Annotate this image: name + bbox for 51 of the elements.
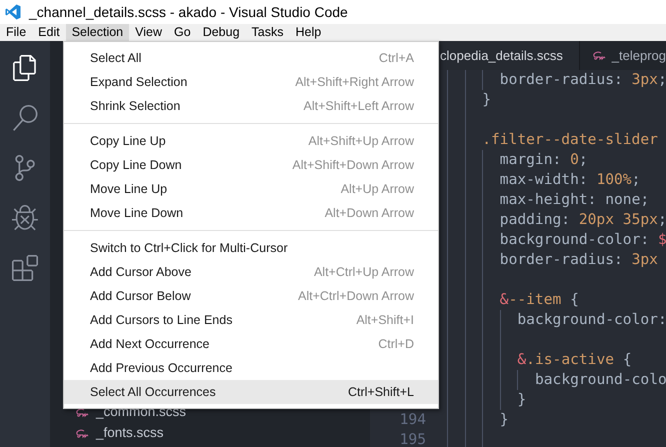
code-line: max-height: none; [500, 190, 650, 210]
menu-item[interactable]: Add Cursor Above Alt+Ctrl+Up Arrow [64, 260, 438, 284]
menu-item[interactable]: Add Previous Occurrence [64, 356, 438, 380]
code-line: max-width: 100%; [500, 170, 640, 190]
line-number: 194 [400, 410, 426, 430]
code-line: background-colo [534, 370, 666, 390]
menu-item[interactable]: Copy Line Down Alt+Shift+Down Arrow [64, 153, 438, 177]
sass-icon [75, 408, 89, 418]
menu-item[interactable]: Move Line Down Alt+Down Arrow [64, 201, 438, 225]
search-icon[interactable] [12, 105, 38, 131]
menu-bar-item[interactable]: File [0, 24, 32, 41]
menu-item[interactable]: Move Line Up Alt+Up Arrow [64, 177, 438, 201]
menu-item[interactable]: Add Cursors to Line Ends Alt+Shift+I [64, 308, 438, 332]
code-line: margin: 0; [500, 150, 588, 170]
menu-item[interactable]: Switch to Ctrl+Click for Multi-Cursor [64, 236, 438, 260]
menu-bar-item[interactable]: Help [290, 24, 328, 41]
editor-tab[interactable]: _teleprog [578, 41, 666, 70]
menu-item[interactable]: Copy Line Up Alt+Shift+Up Arrow [64, 129, 438, 153]
code-line: } [517, 390, 526, 410]
menu-bar-item[interactable]: Selection [66, 24, 130, 41]
code-line: border-radius: 3px; [500, 70, 666, 90]
menu-item[interactable]: Shrink Selection Alt+Shift+Left Arrow [64, 94, 438, 118]
menu-item[interactable]: Select All Occurrences Ctrl+Shift+L [64, 380, 438, 404]
code-line: &.is-active { [517, 350, 632, 370]
window-title: _channel_details.scss - akado - Visual Studio Code [29, 2, 348, 22]
code-line: &--item { [500, 290, 579, 310]
menu-bar-item[interactable]: Edit [32, 24, 66, 41]
code-line: background-color: $ [500, 230, 666, 250]
app-logo-icon [5, 4, 21, 20]
extensions-icon[interactable] [12, 255, 38, 281]
indent-guide [482, 70, 484, 90]
code-line: padding: 20px 35px; [500, 210, 666, 230]
scss-file-entry[interactable]: _common.scss [50, 402, 370, 423]
sass-icon [75, 428, 89, 438]
menu-bar-item[interactable]: View [129, 24, 168, 41]
code-line: border-radius: 3px [500, 250, 658, 270]
menu-bar-item[interactable]: Go [168, 24, 197, 41]
menu-item[interactable]: Expand Selection Alt+Shift+Right Arrow [64, 70, 438, 94]
code-line: background-color: [517, 310, 666, 330]
menu-bar-item[interactable]: Tasks [246, 24, 290, 41]
bug-icon[interactable] [12, 205, 38, 231]
menu-item[interactable]: Add Cursor Below Alt+Ctrl+Down Arrow [64, 284, 438, 308]
files-icon[interactable] [12, 55, 38, 81]
code-line: } [482, 90, 491, 110]
menu-bar-item[interactable]: Debug [196, 24, 246, 41]
code-line: } [500, 410, 509, 430]
line-number: 195 [400, 430, 426, 447]
scss-file-entry[interactable]: _fonts.scss [50, 423, 370, 444]
code-line: .filter--date-slider [482, 130, 658, 150]
indent-guide [517, 370, 518, 390]
menu-item[interactable]: Add Next Occurrence Ctrl+D [64, 332, 438, 356]
